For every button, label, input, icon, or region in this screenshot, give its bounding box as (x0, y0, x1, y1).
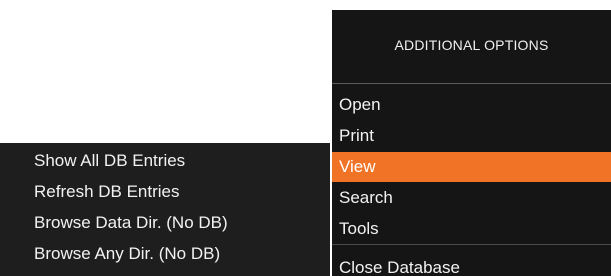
submenu-item-refresh-db-entries[interactable]: Refresh DB Entries (0, 177, 330, 207)
menu-header: ADDITIONAL OPTIONS (394, 37, 549, 53)
menu-item-view[interactable]: View (332, 152, 611, 182)
header-divider (332, 83, 611, 84)
submenu-item-browse-data-dir[interactable]: Browse Data Dir. (No DB) (0, 208, 330, 238)
menu-item-open[interactable]: Open (332, 90, 611, 120)
additional-options-menu: ADDITIONAL OPTIONS Open Print View Searc… (332, 10, 611, 276)
submenu-item-browse-any-dir[interactable]: Browse Any Dir. (No DB) (0, 239, 330, 269)
menu-item-close-database[interactable]: Close Database (332, 253, 611, 276)
menu-item-tools[interactable]: Tools (332, 214, 611, 244)
submenu-item-show-all-db-entries[interactable]: Show All DB Entries (0, 146, 330, 176)
menu-divider (332, 244, 611, 245)
menu-item-search[interactable]: Search (332, 183, 611, 213)
view-submenu: Show All DB Entries Refresh DB Entries B… (0, 143, 330, 276)
screen: ADDITIONAL OPTIONS Open Print View Searc… (0, 0, 611, 276)
menu-item-print[interactable]: Print (332, 121, 611, 151)
